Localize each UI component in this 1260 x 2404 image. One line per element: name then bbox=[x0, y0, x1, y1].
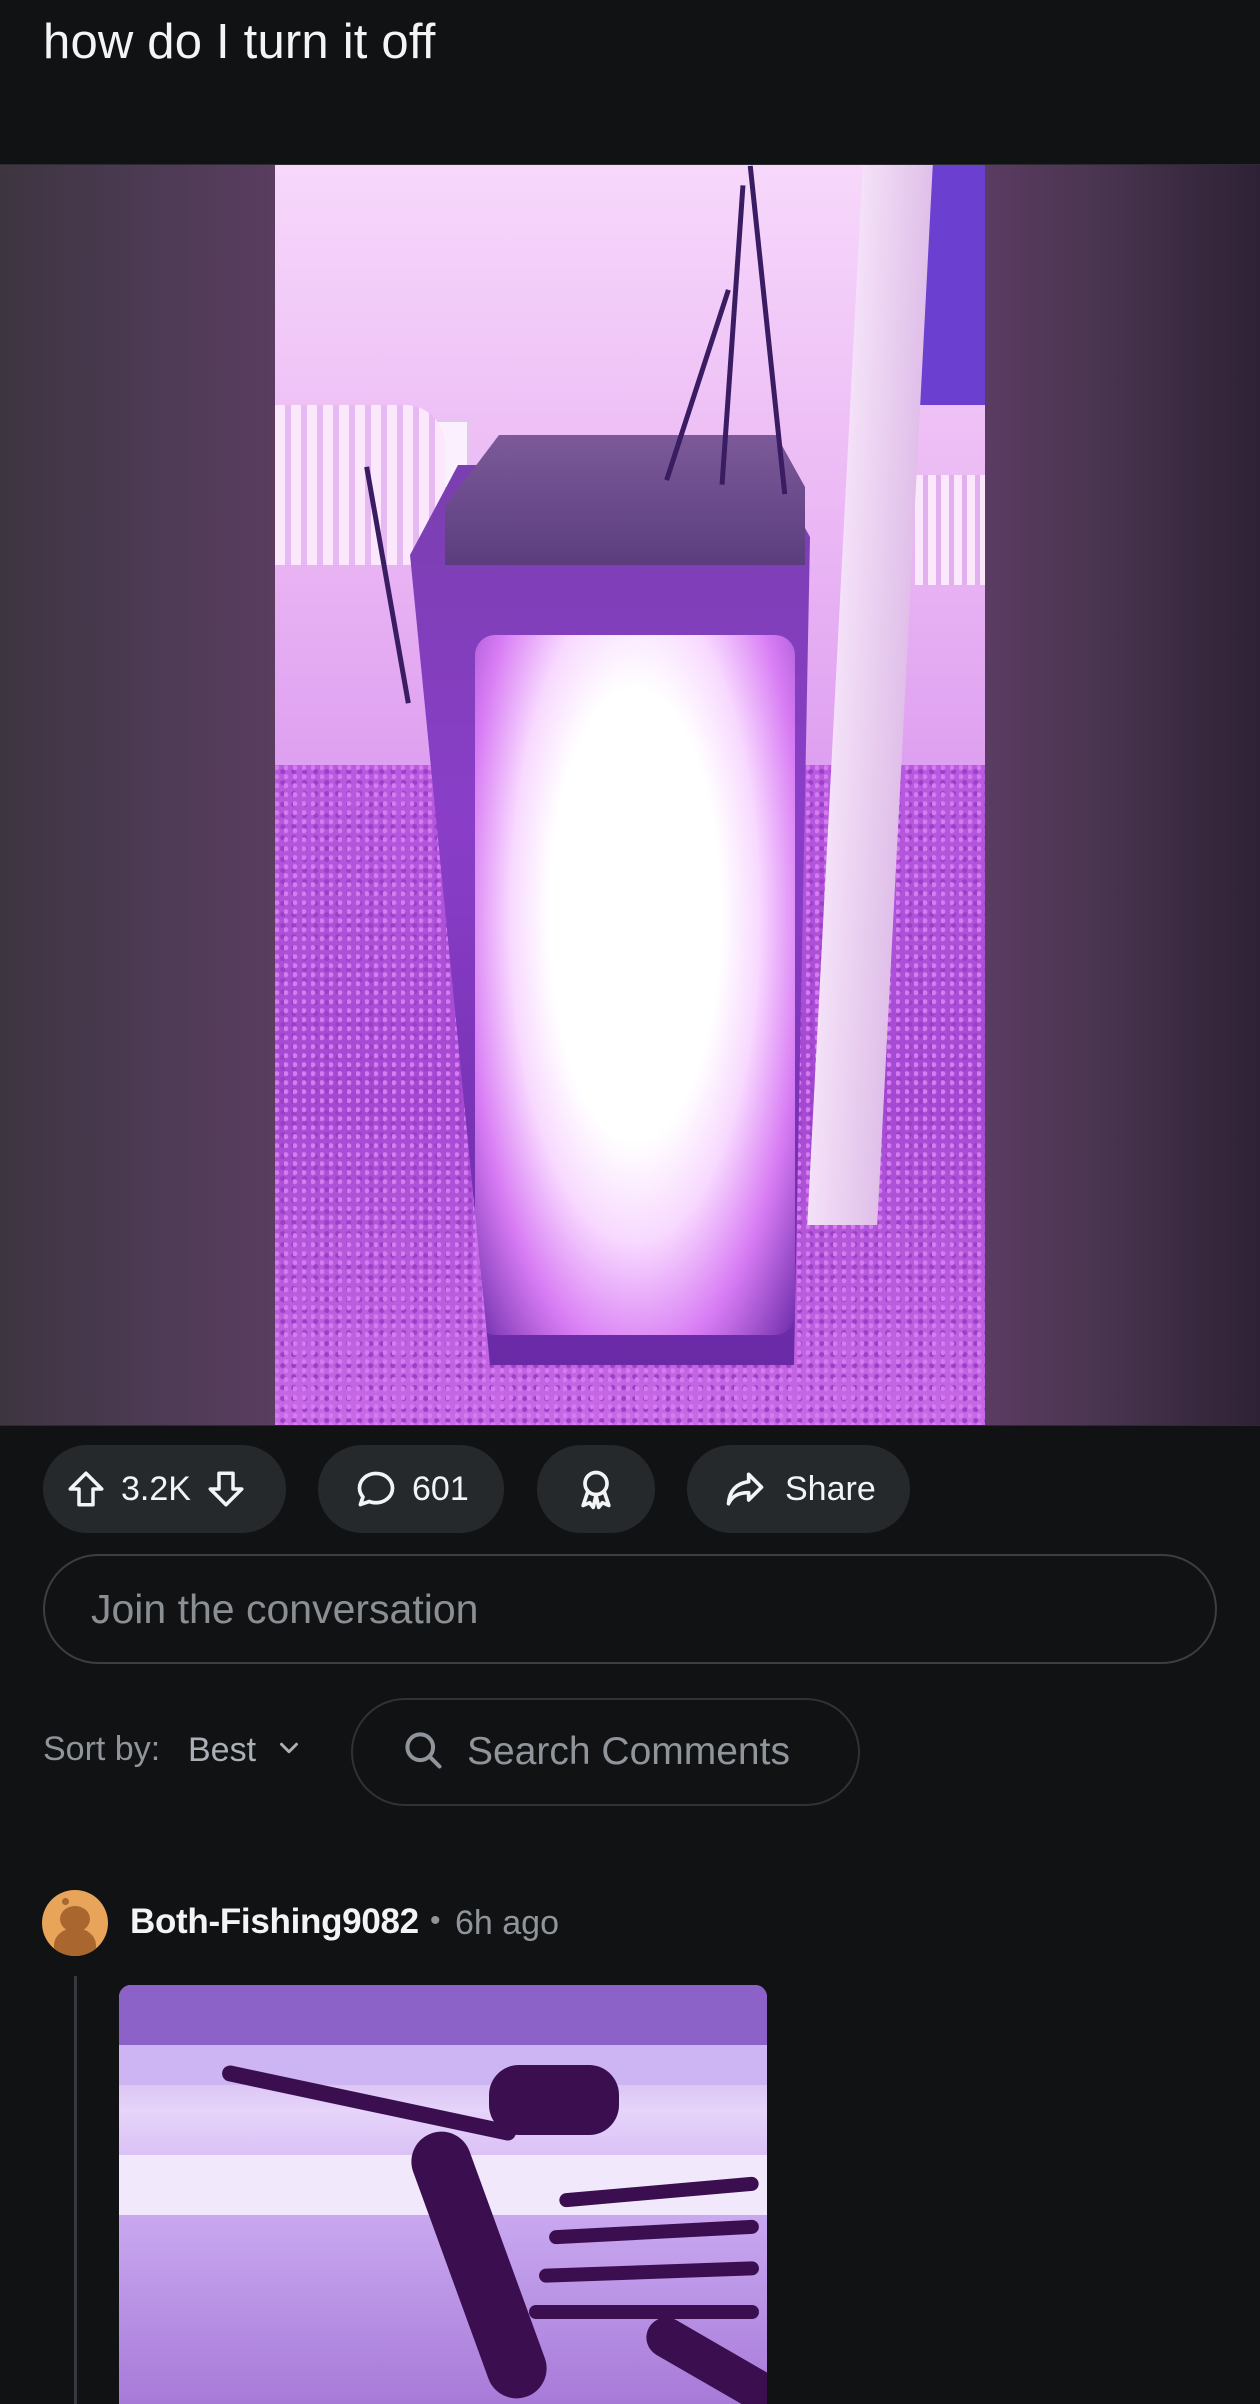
upvote-icon[interactable] bbox=[65, 1468, 107, 1510]
image-pc-case-top bbox=[445, 435, 805, 565]
avatar-body bbox=[54, 1928, 96, 1956]
share-button[interactable]: Share bbox=[687, 1445, 910, 1533]
media-blur-backdrop-right bbox=[985, 165, 1260, 1425]
post-image[interactable] bbox=[275, 165, 985, 1425]
award-icon bbox=[574, 1467, 618, 1511]
search-comments-label: Search Comments bbox=[467, 1730, 790, 1773]
post-media[interactable] bbox=[0, 164, 1260, 1426]
share-arrow-icon bbox=[723, 1467, 767, 1511]
sort-dropdown[interactable]: Best bbox=[188, 1720, 304, 1780]
share-label: Share bbox=[785, 1469, 876, 1508]
speech-bubble-icon bbox=[354, 1467, 398, 1511]
vote-count: 3.2K bbox=[121, 1469, 191, 1508]
meta-separator: • bbox=[430, 1904, 441, 1937]
post-action-bar: 3.2K 601 Share bbox=[0, 1445, 1260, 1535]
image-duct-right bbox=[915, 475, 985, 585]
comment-image-limb bbox=[639, 2310, 767, 2404]
avatar[interactable] bbox=[42, 1890, 108, 1956]
sort-value: Best bbox=[188, 1730, 257, 1769]
chevron-down-icon bbox=[274, 1733, 304, 1768]
comment-image-band bbox=[119, 2045, 767, 2085]
vote-pill: 3.2K bbox=[43, 1445, 286, 1533]
sort-label: Sort by: bbox=[43, 1730, 161, 1768]
downvote-icon[interactable] bbox=[205, 1468, 247, 1510]
avatar-antenna bbox=[62, 1898, 69, 1905]
search-icon bbox=[401, 1728, 445, 1777]
thread-line[interactable] bbox=[74, 1976, 77, 2404]
comment: Both-Fishing9082 • 6h ago bbox=[0, 1890, 1260, 2404]
media-blur-backdrop-left bbox=[0, 165, 275, 1425]
comment-image-rib bbox=[529, 2305, 759, 2319]
comment-image-sky bbox=[119, 1985, 767, 2045]
comment-count: 601 bbox=[412, 1469, 469, 1508]
image-pc-glow bbox=[475, 635, 795, 1335]
comment-image-rib bbox=[538, 2261, 760, 2283]
comment-image-rib bbox=[548, 2219, 760, 2245]
award-button[interactable] bbox=[537, 1445, 655, 1533]
comment-author[interactable]: Both-Fishing9082 bbox=[130, 1902, 419, 1942]
join-conversation-box[interactable] bbox=[43, 1554, 1217, 1664]
comment-timestamp: 6h ago bbox=[455, 1904, 559, 1942]
comment-controls: Sort by: Best Search Comments bbox=[0, 1698, 1260, 1806]
post-title: how do I turn it off bbox=[43, 15, 436, 69]
comment-image[interactable] bbox=[119, 1985, 767, 2404]
comments-button[interactable]: 601 bbox=[318, 1445, 504, 1533]
search-comments-button[interactable]: Search Comments bbox=[351, 1698, 860, 1806]
comment-input[interactable] bbox=[89, 1584, 1093, 1634]
